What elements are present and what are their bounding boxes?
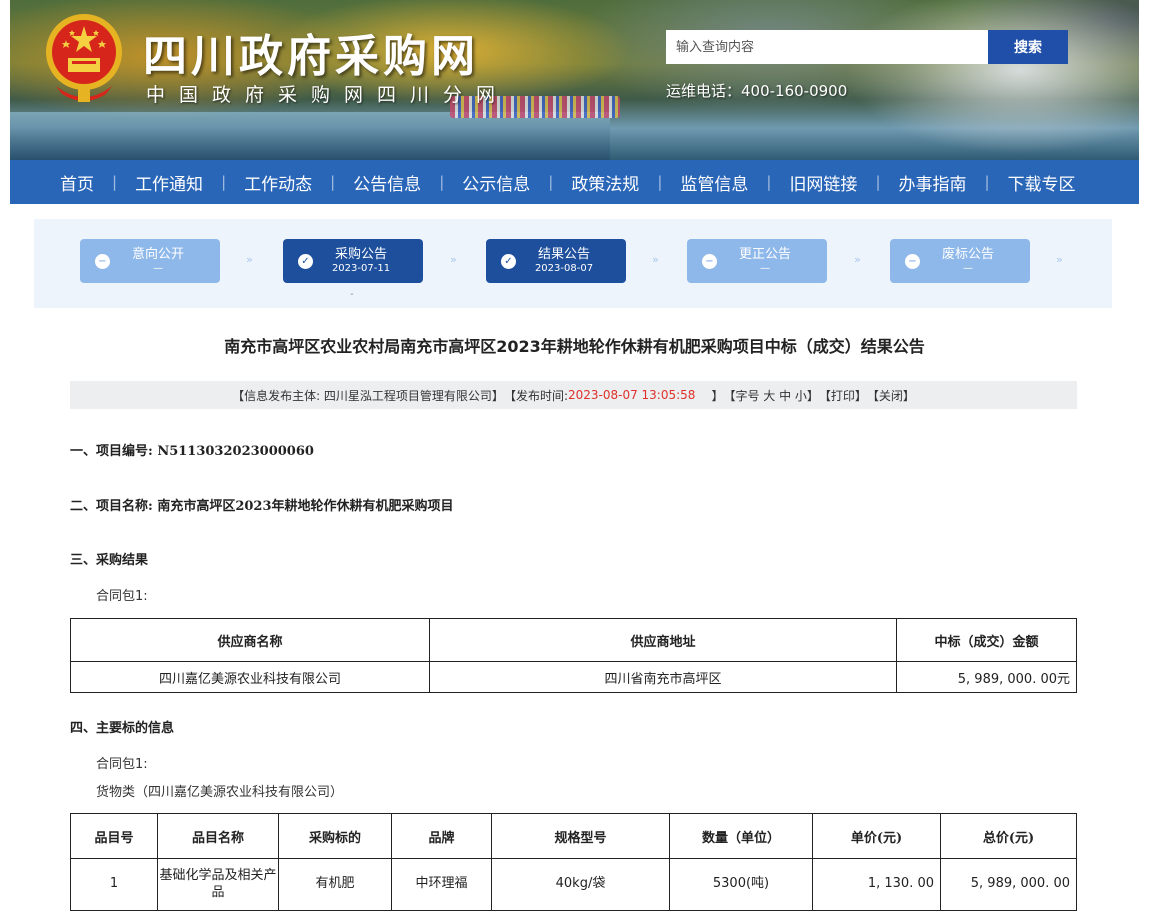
step-arrow-icon: ››	[854, 253, 861, 266]
site-title: 四川政府采购网	[143, 31, 479, 82]
col-target: 采购标的	[278, 813, 392, 859]
cell-supplier-address: 四川省南充市高坪区	[429, 661, 897, 693]
nav-separator: |	[330, 173, 336, 191]
items-table: 品目号 品目名称 采购标的 品牌 规格型号 数量（单位） 单价(元) 总价(元)…	[70, 813, 1077, 911]
font-size-link[interactable]: 【字号 大 中 小】	[723, 387, 818, 404]
section-main-items: 四、主要标的信息	[70, 721, 175, 736]
print-link[interactable]: 【打印】	[819, 387, 867, 404]
step-arrow-icon: ››	[450, 253, 457, 266]
step-arrow-icon: ››	[652, 253, 659, 266]
cell-item-name: 基础化学品及相关产品	[157, 858, 279, 911]
minus-icon: −	[905, 253, 920, 269]
step-correction[interactable]: − 更正公告 —	[687, 239, 827, 283]
package-label: 合同包1:	[96, 757, 148, 772]
step-indicator-dot: -	[350, 289, 354, 300]
col-item-no: 品目号	[70, 813, 158, 859]
site-subtitle: 中国政府采购网四川分网	[146, 84, 510, 106]
result-table: 供应商名称 供应商地址 中标（成交）金额 四川嘉亿美源农业科技有限公司 四川省南…	[70, 618, 1077, 693]
meta-time-value: 2023-08-07 13:05:58	[567, 388, 696, 402]
cell-total-price: 5, 989, 000. 00	[940, 858, 1077, 911]
step-arrow-icon: ››	[246, 253, 253, 266]
nav-old-site[interactable]: 旧网链接	[789, 170, 857, 195]
col-spec: 规格型号	[491, 813, 670, 859]
step-label: 废标公告	[941, 246, 994, 262]
meta-publisher: 【信息发布主体: 四川星泓工程项目管理有限公司】	[232, 388, 504, 403]
banner-lake	[10, 112, 610, 160]
step-date: 2023-07-11	[331, 262, 391, 274]
nav-separator: |	[548, 173, 554, 191]
check-icon: ✓	[298, 253, 313, 269]
meta-time-close: 】	[711, 388, 724, 403]
col-award-amount: 中标（成交）金额	[896, 618, 1077, 662]
nav-separator: |	[657, 173, 663, 191]
section-project-name: 二、项目名称: 南充市高坪区2023年耕地轮作休耕有机肥采购项目	[70, 499, 454, 514]
step-date: —	[963, 262, 973, 274]
step-cancel[interactable]: − 废标公告 —	[890, 239, 1030, 283]
col-brand: 品牌	[391, 813, 492, 859]
hotline-text: 运维电话：400-160-0900	[666, 82, 848, 100]
nav-guide[interactable]: 办事指南	[899, 170, 967, 195]
col-total-price: 总价(元)	[940, 813, 1077, 859]
goods-type-label: 货物类（四川嘉亿美源农业科技有限公司）	[96, 785, 344, 800]
nav-separator: |	[112, 173, 118, 191]
cell-supplier-name: 四川嘉亿美源农业科技有限公司	[70, 661, 430, 693]
table-header-row: 品目号 品目名称 采购标的 品牌 规格型号 数量（单位） 单价(元) 总价(元)	[70, 813, 1077, 859]
section-project-number: 一、项目编号: N5113032023000060	[70, 444, 314, 459]
section-procurement-result: 三、采购结果	[70, 553, 149, 568]
nav-downloads[interactable]: 下载专区	[1008, 170, 1076, 195]
step-label: 更正公告	[738, 246, 791, 262]
table-row: 1 基础化学品及相关产品 有机肥 中环理福 40kg/袋 5300(吨) 1, …	[70, 858, 1077, 911]
nav-supervision[interactable]: 监管信息	[680, 170, 748, 195]
cell-award-amount: 5, 989, 000. 00元	[896, 661, 1077, 693]
step-date: —	[760, 262, 770, 274]
search-input[interactable]	[666, 30, 988, 64]
announcement-steps: − 意向公开 — ›› ✓ 采购公告 2023-07-11 ›› ✓ 结果公告 202…	[34, 219, 1112, 308]
step-label: 意向公开	[131, 246, 184, 262]
nav-policy[interactable]: 政策法规	[571, 170, 639, 195]
nav-home[interactable]: 首页	[60, 170, 94, 195]
check-icon: ✓	[501, 253, 516, 269]
step-arrow-icon: ››	[1056, 253, 1063, 266]
cell-brand: 中环理福	[391, 858, 492, 911]
nav-separator: |	[439, 173, 445, 191]
close-link[interactable]: 【关闭】	[867, 387, 915, 404]
nav-publicity[interactable]: 公示信息	[462, 170, 530, 195]
meta-time-label: 【发布时间:	[503, 388, 568, 403]
nav-separator: |	[984, 173, 990, 191]
cell-unit-price: 1, 130. 00	[812, 858, 941, 911]
cell-item-no: 1	[70, 858, 158, 911]
nav-work-news[interactable]: 工作动态	[244, 170, 312, 195]
nav-separator: |	[766, 173, 772, 191]
nav-work-notice[interactable]: 工作通知	[135, 170, 203, 195]
step-date: —	[153, 262, 163, 274]
col-supplier-name: 供应商名称	[70, 618, 430, 662]
step-date: 2023-08-07	[534, 262, 594, 274]
table-header-row: 供应商名称 供应商地址 中标（成交）金额	[70, 618, 1077, 662]
step-procurement[interactable]: ✓ 采购公告 2023-07-11	[283, 239, 423, 283]
nav-separator: |	[221, 173, 227, 191]
nav-separator: |	[875, 173, 881, 191]
col-quantity: 数量（单位）	[669, 813, 813, 859]
search-button[interactable]: 搜索	[988, 30, 1068, 64]
package-label: 合同包1:	[96, 589, 148, 604]
article-meta-bar: 【信息发布主体: 四川星泓工程项目管理有限公司】 【发布时间: 2023-08-…	[70, 381, 1077, 409]
col-item-name: 品目名称	[157, 813, 279, 859]
cell-spec: 40kg/袋	[491, 858, 670, 911]
step-label: 采购公告	[334, 246, 387, 262]
col-unit-price: 单价(元)	[812, 813, 941, 859]
minus-icon: −	[95, 253, 110, 269]
nav-announcements[interactable]: 公告信息	[353, 170, 421, 195]
step-label: 结果公告	[537, 246, 590, 262]
step-intent[interactable]: − 意向公开 —	[80, 239, 220, 283]
national-emblem-icon	[46, 14, 122, 102]
step-result[interactable]: ✓ 结果公告 2023-08-07	[486, 239, 626, 283]
cell-quantity: 5300(吨)	[669, 858, 813, 911]
page-title: 南充市高坪区农业农村局南充市高坪区2023年耕地轮作休耕有机肥采购项目中标（成交…	[224, 337, 925, 356]
col-supplier-address: 供应商地址	[429, 618, 897, 662]
header-banner: 四川政府采购网 中国政府采购网四川分网 搜索 运维电话：400-160-0900	[10, 0, 1139, 160]
table-row: 四川嘉亿美源农业科技有限公司 四川省南充市高坪区 5, 989, 000. 00…	[70, 661, 1077, 693]
main-nav: 首页 | 工作通知 | 工作动态 | 公告信息 | 公示信息 | 政策法规 | …	[10, 160, 1139, 204]
cell-target: 有机肥	[278, 858, 392, 911]
minus-icon: −	[702, 253, 717, 269]
